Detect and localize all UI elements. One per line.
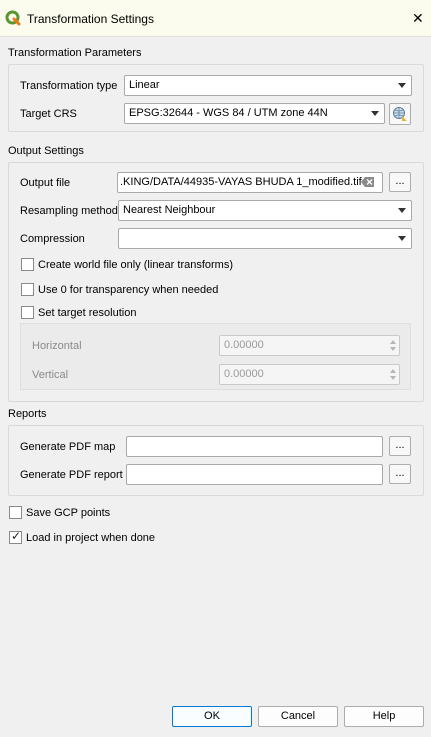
target-crs-label: Target CRS — [20, 108, 77, 120]
ok-button[interactable]: OK — [172, 706, 252, 727]
spin-up-icon[interactable] — [390, 369, 396, 373]
save-gcp-label[interactable]: Save GCP points — [26, 507, 110, 519]
horizontal-label: Horizontal — [32, 340, 82, 352]
transformation-type-select[interactable]: Linear — [124, 75, 412, 96]
checkmark-icon: ✓ — [11, 529, 22, 543]
resampling-method-value: Nearest Neighbour — [123, 204, 216, 216]
cancel-button[interactable]: Cancel — [258, 706, 338, 727]
target-resolution-checkbox[interactable] — [21, 306, 34, 319]
transparency-label[interactable]: Use 0 for transparency when needed — [38, 284, 218, 296]
transformation-type-label: Transformation type — [20, 80, 118, 92]
world-file-checkbox[interactable] — [21, 258, 34, 271]
compression-select[interactable] — [118, 228, 412, 249]
load-project-label[interactable]: Load in project when done — [26, 532, 155, 544]
output-file-browse-button[interactable]: ... — [389, 172, 411, 192]
compression-label: Compression — [20, 233, 85, 245]
crs-globe-icon — [393, 107, 407, 121]
output-settings-title: Output Settings — [8, 145, 84, 157]
clear-icon[interactable] — [361, 176, 375, 188]
transparency-checkbox[interactable] — [21, 283, 34, 296]
pdf-report-input[interactable] — [126, 464, 383, 485]
pdf-report-label: Generate PDF report — [20, 469, 123, 481]
target-crs-value: EPSG:32644 - WGS 84 / UTM zone 44N — [129, 107, 328, 119]
output-file-label: Output file — [20, 177, 71, 189]
vertical-resolution-value: 0.00000 — [224, 368, 264, 380]
help-button[interactable]: Help — [344, 706, 424, 727]
world-file-label[interactable]: Create world file only (linear transform… — [38, 259, 233, 271]
transformation-parameters-title: Transformation Parameters — [8, 47, 142, 59]
resampling-method-label: Resampling method — [20, 205, 118, 217]
load-project-checkbox[interactable]: ✓ — [9, 529, 22, 544]
reports-title: Reports — [8, 408, 47, 420]
qgis-logo-icon — [5, 10, 21, 26]
pdf-map-label: Generate PDF map — [20, 441, 116, 453]
horizontal-resolution-input[interactable]: 0.00000 — [219, 335, 400, 356]
transformation-type-value: Linear — [129, 79, 160, 91]
horizontal-resolution-value: 0.00000 — [224, 339, 264, 351]
chevron-down-icon — [371, 111, 379, 116]
crs-selector-button[interactable] — [389, 103, 411, 125]
target-resolution-label[interactable]: Set target resolution — [38, 307, 136, 319]
save-gcp-checkbox[interactable] — [9, 506, 22, 519]
window-title: Transformation Settings — [27, 12, 154, 26]
vertical-label: Vertical — [32, 369, 69, 381]
chevron-down-icon — [398, 83, 406, 88]
output-file-value: .KING/DATA/44935-VAYAS BHUDA 1_modified.… — [120, 176, 362, 188]
close-icon[interactable]: ✕ — [412, 10, 424, 27]
spin-down-icon[interactable] — [390, 347, 396, 351]
target-crs-select[interactable]: EPSG:32644 - WGS 84 / UTM zone 44N — [124, 103, 385, 124]
chevron-down-icon — [398, 236, 406, 241]
spin-down-icon[interactable] — [390, 376, 396, 380]
pdf-report-browse-button[interactable]: ... — [389, 464, 411, 484]
chevron-down-icon — [398, 208, 406, 213]
output-file-input[interactable]: .KING/DATA/44935-VAYAS BHUDA 1_modified.… — [117, 172, 383, 193]
resampling-method-select[interactable]: Nearest Neighbour — [118, 200, 412, 221]
spin-up-icon[interactable] — [390, 340, 396, 344]
pdf-map-browse-button[interactable]: ... — [389, 436, 411, 456]
pdf-map-input[interactable] — [126, 436, 383, 457]
vertical-resolution-input[interactable]: 0.00000 — [219, 364, 400, 385]
